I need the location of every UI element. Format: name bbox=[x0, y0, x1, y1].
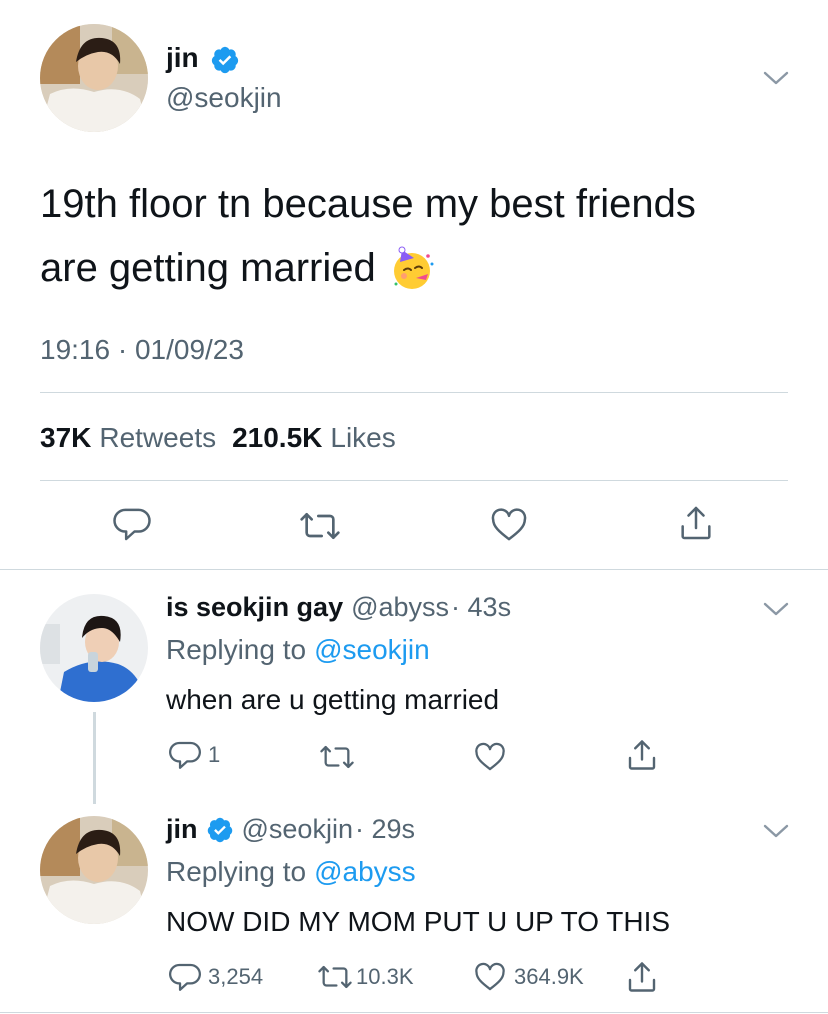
author-handle[interactable]: @abyss bbox=[351, 592, 449, 623]
partying-face-icon bbox=[388, 244, 436, 292]
replying-to: Replying to @seokjin bbox=[166, 634, 430, 666]
reply-header: jin @seokjin · 29s bbox=[166, 814, 415, 845]
like-button[interactable]: 364.9K bbox=[472, 960, 584, 994]
chevron-down-icon[interactable] bbox=[762, 66, 790, 90]
author-name[interactable]: is seokjin gay bbox=[166, 592, 343, 623]
thread-line bbox=[93, 712, 96, 804]
retweets-label[interactable]: Retweets bbox=[99, 422, 216, 454]
reply-button[interactable]: 1 bbox=[168, 738, 220, 772]
avatar[interactable] bbox=[40, 816, 148, 924]
likes-count[interactable]: 210.5K bbox=[232, 422, 322, 454]
engagement-stats: 37K Retweets 210.5K Likes bbox=[40, 422, 396, 454]
reply-time[interactable]: · 29s bbox=[355, 814, 415, 845]
retweets-count[interactable]: 37K bbox=[40, 422, 91, 454]
reply-icon bbox=[169, 963, 201, 991]
reply-icon bbox=[169, 741, 201, 769]
reply-button[interactable]: 3,254 bbox=[168, 960, 263, 994]
retweet-icon[interactable] bbox=[318, 740, 356, 774]
likes-label[interactable]: Likes bbox=[330, 422, 395, 454]
reply-count: 3,254 bbox=[208, 964, 264, 989]
reply-count: 1 bbox=[208, 742, 221, 767]
verified-badge-icon bbox=[207, 817, 232, 842]
avatar[interactable] bbox=[40, 594, 148, 702]
tweet-text-line2: are getting married bbox=[40, 246, 376, 290]
replying-to-label: Replying to bbox=[166, 856, 307, 887]
tweet-text: 19th floor tn because my best friends ar… bbox=[40, 172, 800, 300]
replying-to-handle[interactable]: @seokjin bbox=[314, 634, 430, 666]
author-handle[interactable]: @seokjin bbox=[166, 82, 282, 114]
share-icon[interactable] bbox=[624, 736, 660, 774]
replying-to-handle[interactable]: @abyss bbox=[314, 856, 416, 888]
replying-to-label: Replying to bbox=[166, 634, 307, 665]
chevron-down-icon[interactable] bbox=[762, 819, 790, 843]
author-name[interactable]: jin bbox=[166, 814, 198, 845]
like-icon bbox=[475, 962, 505, 991]
share-icon[interactable] bbox=[624, 958, 660, 996]
tweet-text-line1: 19th floor tn because my best friends bbox=[40, 182, 696, 226]
retweet-count: 10.3K bbox=[356, 964, 414, 989]
divider bbox=[0, 569, 828, 570]
retweet-icon[interactable] bbox=[298, 506, 342, 546]
avatar[interactable] bbox=[40, 24, 148, 132]
retweet-button[interactable]: 10.3K bbox=[316, 960, 414, 994]
like-icon[interactable] bbox=[472, 740, 508, 774]
divider bbox=[40, 480, 788, 481]
reply-icon[interactable] bbox=[112, 504, 152, 544]
divider bbox=[40, 392, 788, 393]
chevron-down-icon[interactable] bbox=[762, 597, 790, 621]
verified-badge-icon bbox=[211, 46, 239, 74]
like-icon[interactable] bbox=[488, 505, 530, 545]
retweet-icon bbox=[318, 965, 352, 989]
author-name[interactable]: jin bbox=[166, 42, 199, 74]
replying-to: Replying to @abyss bbox=[166, 856, 416, 888]
reply-time[interactable]: · 43s bbox=[451, 592, 511, 623]
like-count: 364.9K bbox=[514, 964, 584, 989]
reply-text: when are u getting married bbox=[166, 684, 500, 715]
share-icon[interactable] bbox=[676, 502, 716, 544]
reply-text: NOW DID MY MOM PUT U UP TO THIS bbox=[166, 906, 671, 937]
tweet-timestamp[interactable]: 19:16 · 01/09/23 bbox=[40, 334, 244, 366]
author-handle[interactable]: @seokjin bbox=[242, 814, 353, 845]
reply-header: is seokjin gay @abyss · 43s bbox=[166, 592, 511, 623]
divider bbox=[0, 1012, 828, 1013]
